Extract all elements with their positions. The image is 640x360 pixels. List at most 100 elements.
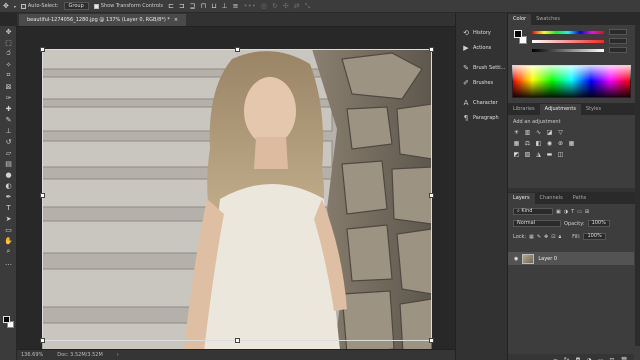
hue-slider[interactable] — [532, 31, 604, 34]
tab-libraries[interactable]: Libraries — [508, 104, 540, 115]
fill-field[interactable]: 100% — [583, 233, 606, 240]
chevron-right-icon[interactable]: › — [117, 352, 119, 358]
marquee-tool-icon[interactable]: ⬚ — [0, 37, 17, 48]
invert-icon[interactable]: ◩ — [513, 151, 520, 158]
tab-layers[interactable]: Layers — [508, 193, 535, 204]
transform-handle-top-right[interactable] — [429, 47, 434, 52]
selective-color-icon[interactable]: ◫ — [557, 151, 564, 158]
color-fg-bg-swatch[interactable] — [514, 30, 527, 45]
show-transform-group[interactable]: Show Transform Controls — [93, 3, 163, 9]
actions-panel-button[interactable]: ▶ Actions — [456, 40, 507, 55]
3d-mode-icon[interactable]: ◎ — [261, 2, 267, 10]
clone-stamp-tool-icon[interactable]: ⊥ — [0, 125, 17, 136]
frame-tool-icon[interactable]: ⊠ — [0, 81, 17, 92]
crop-tool-icon[interactable]: ⌗ — [0, 70, 17, 81]
hue-saturation-icon[interactable]: ▦ — [513, 140, 520, 147]
blend-mode-dropdown[interactable]: Normal — [513, 220, 561, 227]
new-layer-icon[interactable]: ⊞ — [609, 357, 614, 360]
black-white-icon[interactable]: ◧ — [535, 140, 542, 147]
3d-rotate-icon[interactable]: ↻ — [272, 2, 278, 10]
transform-handle-bottom-left[interactable] — [40, 338, 45, 343]
lasso-tool-icon[interactable]: ර — [0, 48, 17, 59]
channel-mixer-icon[interactable]: ⊛ — [557, 140, 564, 147]
filter-pixel-icon[interactable]: ▣ — [556, 209, 561, 215]
lock-image-icon[interactable]: ✎ — [537, 234, 541, 240]
history-brush-tool-icon[interactable]: ↺ — [0, 136, 17, 147]
lock-all-icon[interactable]: 🔒︎ — [558, 234, 561, 240]
document-size[interactable]: Doc: 3.52M/3.52M — [57, 352, 103, 358]
rectangle-tool-icon[interactable]: ▭ — [0, 224, 17, 235]
brightness-value-field[interactable] — [609, 47, 627, 53]
panel-scrollbar[interactable] — [635, 25, 640, 346]
layer-filter-dropdown[interactable]: ⌕ Kind — [513, 208, 553, 215]
gradient-map-icon[interactable]: ▬ — [546, 151, 553, 158]
new-group-icon[interactable]: ▭ — [598, 357, 604, 360]
tab-swatches[interactable]: Swatches — [531, 14, 565, 25]
levels-icon[interactable]: ▥ — [524, 129, 531, 136]
layer-style-icon[interactable]: fx — [564, 357, 570, 360]
canvas-area[interactable] — [17, 27, 455, 360]
brightness-slider[interactable] — [532, 49, 604, 52]
filter-adjustment-icon[interactable]: ◑ — [564, 209, 568, 215]
filter-type-icon[interactable]: T — [571, 209, 574, 215]
brush-settings-panel-button[interactable]: ✎ Brush Setti... — [456, 60, 507, 75]
align-bottom-icon[interactable]: ⊥ — [222, 2, 228, 10]
exposure-icon[interactable]: ◪ — [546, 129, 553, 136]
3d-pan-icon[interactable]: ✣ — [283, 2, 289, 10]
brightness-contrast-icon[interactable]: ☀ — [513, 129, 520, 136]
auto-select-checkbox[interactable] — [20, 3, 26, 9]
blur-tool-icon[interactable]: ● — [0, 169, 17, 180]
history-panel-button[interactable]: ⟲ History — [456, 25, 507, 40]
dodge-tool-icon[interactable]: ◐ — [0, 180, 17, 191]
transform-handle-right[interactable] — [429, 193, 434, 198]
filter-shape-icon[interactable]: ▭ — [577, 209, 582, 215]
color-foreground-swatch[interactable] — [514, 30, 522, 38]
color-balance-icon[interactable]: ⚖ — [524, 140, 531, 147]
transform-handle-top[interactable] — [235, 47, 240, 52]
type-tool-icon[interactable]: T — [0, 202, 17, 213]
pen-tool-icon[interactable]: ✒ — [0, 191, 17, 202]
saturation-value-field[interactable] — [609, 38, 627, 44]
tab-adjustments[interactable]: Adjustments — [539, 104, 581, 115]
photo-filter-icon[interactable]: ◉ — [546, 140, 553, 147]
brushes-panel-button[interactable]: ✐ Brushes — [456, 75, 507, 90]
add-mask-icon[interactable]: ◘ — [576, 357, 581, 360]
show-transform-checkbox[interactable] — [93, 3, 99, 9]
visibility-eye-icon[interactable]: ◉ — [514, 256, 518, 262]
align-top-icon[interactable]: ⊓ — [201, 2, 206, 10]
more-tools-icon[interactable]: … — [0, 257, 17, 268]
zoom-level[interactable]: 136.69% — [21, 352, 43, 358]
threshold-icon[interactable]: ◮ — [535, 151, 542, 158]
transform-bounding-box[interactable] — [40, 47, 434, 343]
auto-select-dropdown[interactable]: Group — [63, 2, 89, 10]
close-icon[interactable]: × — [174, 14, 178, 26]
lock-position-icon[interactable]: ✥ — [544, 234, 548, 240]
hand-tool-icon[interactable]: ✋ — [0, 235, 17, 246]
tab-paths[interactable]: Paths — [568, 193, 592, 204]
eraser-tool-icon[interactable]: ▱ — [0, 147, 17, 158]
transform-handle-bottom[interactable] — [235, 338, 240, 343]
foreground-color-swatch[interactable] — [3, 316, 10, 323]
chevron-down-icon[interactable]: ▾ — [14, 4, 16, 9]
align-center-icon[interactable]: ⊐ — [179, 2, 185, 10]
character-panel-button[interactable]: A Character — [456, 95, 507, 110]
transform-handle-bottom-right[interactable] — [429, 338, 434, 343]
curves-icon[interactable]: ∿ — [535, 129, 542, 136]
path-select-tool-icon[interactable]: ➤ — [0, 213, 17, 224]
brush-tool-icon[interactable]: ✎ — [0, 114, 17, 125]
tab-styles[interactable]: Styles — [581, 104, 606, 115]
link-layers-icon[interactable]: ∞ — [553, 357, 558, 360]
paragraph-panel-button[interactable]: ¶ Paragraph — [456, 110, 507, 125]
distribute-icon[interactable]: ≡ — [233, 2, 239, 10]
transform-handle-left[interactable] — [40, 193, 45, 198]
filter-smart-object-icon[interactable]: ⊞ — [585, 209, 589, 215]
tab-channels[interactable]: Channels — [535, 193, 568, 204]
3d-scale-icon[interactable]: ⤡ — [305, 2, 311, 11]
foreground-background-swatch[interactable] — [3, 316, 15, 330]
align-right-icon[interactable]: ⊒ — [190, 2, 196, 10]
posterize-icon[interactable]: ▨ — [524, 151, 531, 158]
move-icon[interactable]: ✥ — [3, 2, 9, 10]
color-lookup-icon[interactable]: ▦ — [568, 140, 575, 147]
hue-value-field[interactable] — [609, 29, 627, 35]
healing-brush-tool-icon[interactable]: ✚ — [0, 103, 17, 114]
